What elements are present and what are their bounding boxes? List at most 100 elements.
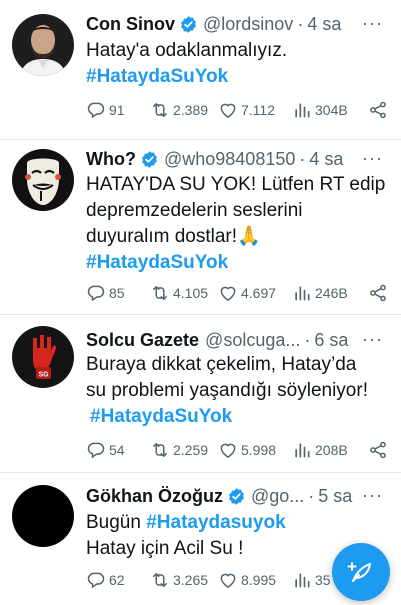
author-handle[interactable]: @solcuga... [205,330,300,351]
retweet-count: 2.259 [173,442,209,458]
tweet-actions: 85 4.105 4.697 246B [86,282,391,304]
like-button[interactable]: 4.697 [218,282,276,304]
like-count: 7.112 [241,102,275,118]
author-name[interactable]: Solcu Gazete [86,330,199,351]
tweet-card[interactable]: Who? @who98408150 · 4 sa ··· HATAY'DA SU… [0,140,401,315]
reply-button[interactable]: 62 [86,569,125,591]
timestamp[interactable]: 6 sa [314,330,348,351]
reply-count: 54 [109,442,125,458]
timestamp[interactable]: 5 sa [318,486,352,507]
tweet-card[interactable]: Con Sinov @lordsinov · 4 sa ··· Hatay'a … [0,0,401,140]
like-button[interactable]: 7.112 [218,99,275,121]
author-name[interactable]: Who? [86,149,136,170]
retweet-button[interactable]: 2.389 [150,99,208,121]
retweet-count: 4.105 [173,285,209,301]
tweet-text-line: duyuralım dostlar!🙏 [86,226,261,247]
author-name[interactable]: Con Sinov [86,14,175,35]
tweet-text: Buraya dikkat çekelim, Hatay’da su probl… [86,352,393,430]
reply-button[interactable]: 91 [86,99,125,121]
tweet-header: Con Sinov @lordsinov · 4 sa ··· [86,11,393,37]
separator: · [308,485,315,506]
separator: · [297,13,304,34]
tweet-text-line: su problemi yaşandığı söyleniyor! [86,380,368,401]
share-icon [368,283,388,303]
tweet-text-line: Bugün #Hataydasuyok [86,510,393,536]
tweet-text-line: Hatay'a odaklanmalıyız. [86,40,288,61]
views-button[interactable]: 35 [292,569,331,591]
views-count: 304B [315,102,348,118]
views-icon [292,283,312,303]
hashtag-link[interactable]: #HataydaSuYok [86,64,393,90]
more-options-icon[interactable]: ··· [362,148,383,169]
tweet-actions: 91 2.389 7.112 304B [86,99,391,121]
reply-count: 91 [109,102,125,118]
heart-icon [218,440,238,460]
views-icon [292,100,312,120]
author-handle[interactable]: @go... [251,486,304,507]
author-name[interactable]: Gökhan Özoğuz [86,486,223,507]
hashtag-link[interactable]: #Hataydasuyok [146,512,285,533]
retweet-button[interactable]: 4.105 [150,282,208,304]
hashtag-link[interactable]: #HataydaSuYok [86,250,393,276]
views-button[interactable]: 208B [292,439,348,461]
tweet-text: Hatay'a odaklanmalıyız. #HataydaSuYok [86,38,393,90]
hashtag-link[interactable]: #HataydaSuYok [86,404,393,430]
views-count: 35 [315,572,331,588]
separator: · [304,329,311,350]
retweet-count: 2.389 [173,102,209,118]
avatar[interactable] [12,149,74,211]
like-count: 5.998 [241,442,277,458]
reply-icon [86,100,106,120]
heart-icon [218,283,238,303]
retweet-icon [150,283,170,303]
more-options-icon[interactable]: ··· [362,329,383,350]
like-button[interactable]: 5.998 [218,439,276,461]
reply-button[interactable]: 85 [86,282,125,304]
author-handle[interactable]: @lordsinov [203,14,293,35]
tweet-header: Gökhan Özoğuz @go... · 5 sa ··· [86,483,393,509]
reply-button[interactable]: 54 [86,439,125,461]
views-icon [292,570,312,590]
author-handle[interactable]: @who98408150 [164,149,295,170]
tweet-text-line: depremzedelerin seslerini [86,200,303,221]
views-button[interactable]: 304B [292,99,348,121]
views-count: 208B [315,442,348,458]
reply-icon [86,570,106,590]
avatar[interactable]: SG [12,326,74,388]
verified-badge-icon [140,150,159,169]
reply-icon [86,440,106,460]
views-count: 246B [315,285,348,301]
retweet-icon [150,440,170,460]
timestamp[interactable]: 4 sa [307,14,341,35]
avatar[interactable] [12,485,74,547]
reply-count: 62 [109,572,125,588]
views-button[interactable]: 246B [292,282,348,304]
heart-icon [218,100,238,120]
share-button[interactable] [368,439,391,461]
like-count: 8.995 [241,572,277,588]
like-button[interactable]: 8.995 [218,569,276,591]
timestamp[interactable]: 4 sa [309,149,343,170]
reply-count: 85 [109,285,125,301]
like-count: 4.697 [241,285,277,301]
compose-tweet-button[interactable] [332,543,390,601]
avatar[interactable] [12,14,74,76]
retweet-count: 3.265 [173,572,209,588]
share-icon [368,440,388,460]
tweet-card[interactable]: SG Solcu Gazete @solcuga... · 6 sa ··· B… [0,315,401,473]
tweet-header: Who? @who98408150 · 4 sa ··· [86,146,393,172]
tweet-text-line: HATAY'DA SU YOK! Lütfen RT edip [86,174,386,195]
views-icon [292,440,312,460]
tweet-text-prefix: Bugün [86,512,141,533]
retweet-button[interactable]: 3.265 [150,569,208,591]
svg-text:SG: SG [38,372,49,379]
more-options-icon[interactable]: ··· [362,485,383,506]
share-button[interactable] [368,282,391,304]
more-options-icon[interactable]: ··· [362,13,383,34]
retweet-icon [150,100,170,120]
tweet-text-line: Buraya dikkat çekelim, Hatay’da [86,354,357,375]
share-button[interactable] [368,99,391,121]
reply-icon [86,283,106,303]
retweet-button[interactable]: 2.259 [150,439,208,461]
tweet-text: HATAY'DA SU YOK! Lütfen RT edip depremze… [86,172,393,276]
